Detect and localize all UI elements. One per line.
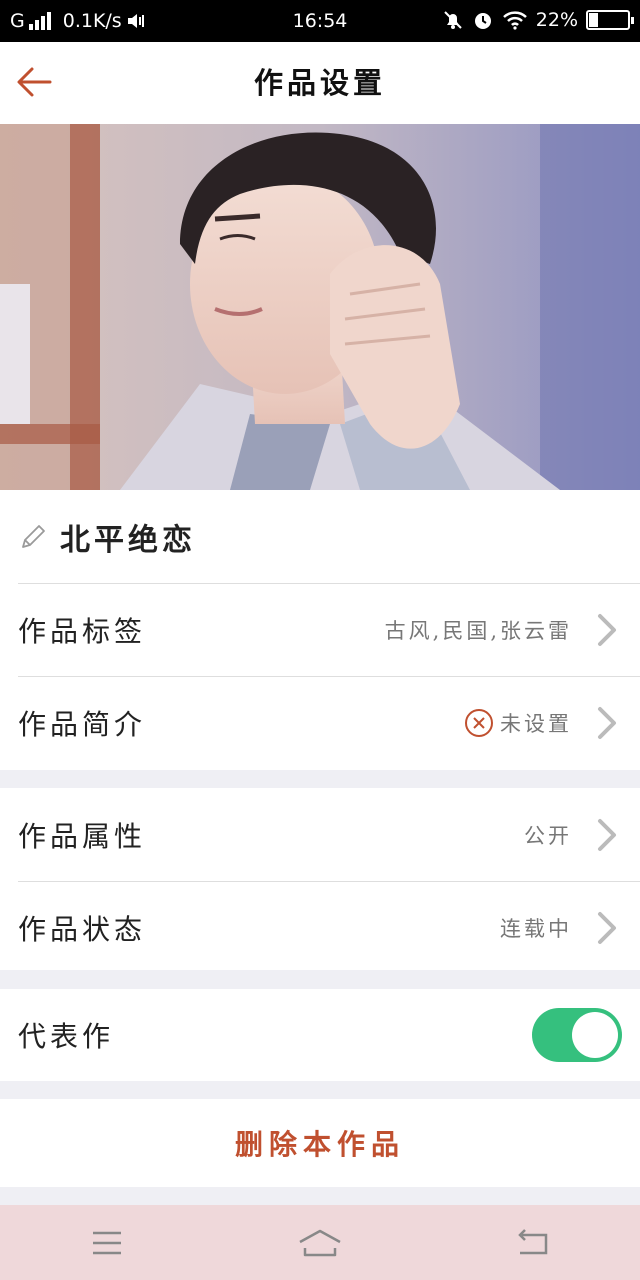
status-label: 作品状态 — [18, 913, 147, 946]
home-icon — [299, 1229, 341, 1256]
attribute-label: 作品属性 — [18, 819, 147, 853]
page-title: 作品设置 — [253, 66, 386, 100]
cover-image[interactable] — [0, 124, 640, 490]
wifi-icon — [502, 11, 527, 30]
mute-bell-icon — [444, 11, 462, 29]
representative-section: 代表作 — [0, 989, 640, 1081]
work-name: 北平绝恋 — [60, 522, 196, 558]
chevron-right-icon — [598, 614, 616, 646]
status-bar: G 0.1K/s 16:54 22% — [0, 0, 640, 42]
status-row[interactable]: 作品状态 连载中 — [18, 881, 640, 974]
nav-header: 作品设置 — [0, 42, 640, 124]
status-value: 连载中 — [500, 917, 572, 941]
toggle-knob — [572, 1012, 618, 1058]
alarm-icon — [474, 13, 491, 29]
unset-warning-icon — [465, 709, 493, 737]
representative-toggle[interactable] — [532, 1008, 622, 1062]
battery-percent: 22% — [535, 9, 578, 31]
representative-row: 代表作 — [18, 989, 640, 1081]
cover-photo — [0, 124, 640, 490]
work-name-row[interactable]: 北平绝恋 — [18, 490, 640, 583]
tags-value: 古风,民国,张云雷 — [384, 619, 572, 643]
delete-work-button[interactable]: 删除本作品 — [0, 1099, 640, 1187]
attribute-value: 公开 — [524, 823, 572, 848]
back-system-button[interactable] — [503, 1223, 563, 1263]
delete-section: 删除本作品 — [0, 1099, 640, 1187]
battery-icon — [586, 10, 634, 30]
attribute-row[interactable]: 作品属性 公开 — [18, 788, 640, 881]
menu-button[interactable] — [77, 1223, 137, 1263]
intro-label: 作品简介 — [18, 708, 147, 741]
menu-icon — [92, 1231, 121, 1254]
back-button[interactable] — [12, 62, 56, 102]
intro-value-wrap: 未设置 — [464, 708, 572, 738]
arrow-left-icon — [17, 67, 52, 97]
tags-row[interactable]: 作品标签 古风,民国,张云雷 — [18, 583, 640, 676]
back-icon — [518, 1228, 548, 1254]
intro-value: 未设置 — [500, 712, 572, 736]
representative-label: 代表作 — [18, 1020, 115, 1053]
chevron-right-icon — [598, 818, 616, 851]
info-section: 北平绝恋 作品标签 古风,民国,张云雷 作品简介 未设置 — [0, 490, 640, 770]
home-button[interactable] — [290, 1223, 350, 1263]
intro-row[interactable]: 作品简介 未设置 — [18, 676, 640, 769]
tags-label: 作品标签 — [18, 615, 147, 648]
chevron-right-icon — [598, 707, 616, 739]
property-section: 作品属性 公开 作品状态 连载中 — [0, 788, 640, 970]
system-nav-bar — [0, 1205, 640, 1280]
chevron-right-icon — [598, 912, 616, 944]
pencil-icon — [22, 524, 45, 548]
